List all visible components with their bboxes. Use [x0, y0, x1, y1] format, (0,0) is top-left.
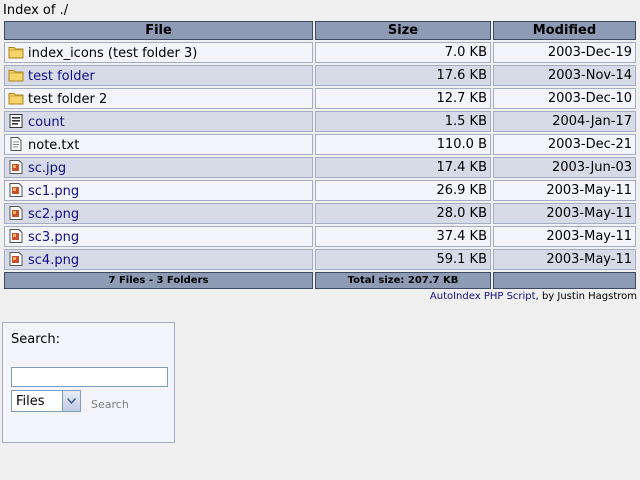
file-name-cell: test folder	[4, 65, 313, 86]
file-size-cell: 37.4 KB	[315, 226, 491, 247]
image-file-icon[interactable]	[8, 251, 24, 267]
table-row[interactable]: test folder 17.6 KB 2003-Nov-14	[4, 65, 636, 86]
index-heading-prefix: Index of	[3, 3, 60, 18]
file-name-cell: test folder 2	[4, 88, 313, 109]
file-modified-cell: 2003-Dec-10	[493, 88, 636, 109]
search-mode-select[interactable]: Files	[11, 390, 81, 412]
file-name-cell: sc1.png	[4, 180, 313, 201]
image-file-icon[interactable]	[8, 228, 24, 244]
file-name-cell: sc3.png	[4, 226, 313, 247]
column-header-size[interactable]: Size	[315, 21, 491, 40]
file-link[interactable]: note.txt	[28, 138, 79, 153]
table-row[interactable]: index_icons (test folder 3) 7.0 KB 2003-De…	[4, 42, 636, 63]
table-row[interactable]: sc3.png 37.4 KB 2003-May-11	[4, 226, 636, 247]
file-name-cell: sc.jpg	[4, 157, 313, 178]
chevron-down-icon[interactable]	[62, 391, 80, 411]
file-size-cell: 1.5 KB	[315, 111, 491, 132]
table-row[interactable]: test folder 2 12.7 KB 2003-Dec-10	[4, 88, 636, 109]
table-row[interactable]: sc2.png 28.0 KB 2003-May-11	[4, 203, 636, 224]
file-size-cell: 12.7 KB	[315, 88, 491, 109]
file-size-cell: 26.9 KB	[315, 180, 491, 201]
file-size-cell: 110.0 B	[315, 134, 491, 155]
folder-icon[interactable]	[8, 44, 24, 60]
file-link[interactable]: index_icons (test folder 3)	[28, 46, 197, 61]
file-folder-count: 7 Files - 3 Folders	[4, 272, 313, 289]
image-file-icon[interactable]	[8, 205, 24, 221]
summary-empty-cell	[493, 272, 636, 289]
file-name-cell: index_icons (test folder 3)	[4, 42, 313, 63]
file-name-cell: sc2.png	[4, 203, 313, 224]
file-link[interactable]: sc3.png	[28, 230, 79, 245]
folder-icon[interactable]	[8, 90, 24, 106]
file-size-cell: 17.4 KB	[315, 157, 491, 178]
file-name-cell: note.txt	[4, 134, 313, 155]
file-size-cell: 28.0 KB	[315, 203, 491, 224]
total-size: Total size: 207.7 KB	[315, 272, 491, 289]
file-modified-cell: 2003-Dec-19	[493, 42, 636, 63]
search-mode-value: Files	[16, 393, 45, 409]
file-modified-cell: 2003-May-11	[493, 180, 636, 201]
image-file-icon[interactable]	[8, 182, 24, 198]
table-row[interactable]: count 1.5 KB 2004-Jan-17	[4, 111, 636, 132]
file-size-cell: 59.1 KB	[315, 249, 491, 270]
text-file-icon[interactable]	[8, 136, 24, 152]
file-size-cell: 17.6 KB	[315, 65, 491, 86]
column-header-file[interactable]: File	[4, 21, 313, 40]
table-row[interactable]: sc4.png 59.1 KB 2003-May-11	[4, 249, 636, 270]
credits-author: , by Justin Hagstrom	[535, 291, 637, 302]
search-button[interactable]: Search	[85, 394, 135, 415]
file-name-cell: sc4.png	[4, 249, 313, 270]
file-link[interactable]: sc4.png	[28, 253, 79, 268]
file-modified-cell: 2003-Jun-03	[493, 157, 636, 178]
image-file-icon[interactable]	[8, 159, 24, 175]
file-modified-cell: 2003-May-11	[493, 249, 636, 270]
path-link[interactable]: ./	[60, 3, 69, 18]
file-modified-cell: 2003-May-11	[493, 226, 636, 247]
file-link[interactable]: sc.jpg	[28, 161, 66, 176]
file-link[interactable]: test folder	[28, 69, 95, 84]
file-modified-cell: 2003-May-11	[493, 203, 636, 224]
file-link[interactable]: sc1.png	[28, 184, 79, 199]
table-row[interactable]: sc1.png 26.9 KB 2003-May-11	[4, 180, 636, 201]
table-row[interactable]: note.txt 110.0 B 2003-Dec-21	[4, 134, 636, 155]
autoindex-link[interactable]: AutoIndex PHP Script	[430, 291, 536, 302]
file-link[interactable]: sc2.png	[28, 207, 79, 222]
script-file-icon[interactable]	[8, 113, 24, 129]
credits: AutoIndex PHP Script, by Justin Hagstrom	[430, 291, 637, 302]
folder-icon[interactable]	[8, 67, 24, 83]
header-row: File Size Modified	[4, 21, 636, 40]
table-row[interactable]: sc.jpg 17.4 KB 2003-Jun-03	[4, 157, 636, 178]
file-modified-cell: 2003-Nov-14	[493, 65, 636, 86]
file-name-cell: count	[4, 111, 313, 132]
column-header-modified[interactable]: Modified	[493, 21, 636, 40]
file-link[interactable]: count	[28, 115, 65, 130]
search-panel: Search: Files Search	[2, 322, 175, 443]
file-link[interactable]: test folder 2	[28, 92, 107, 107]
index-heading: Index of ./	[3, 3, 68, 19]
file-modified-cell: 2003-Dec-21	[493, 134, 636, 155]
search-label: Search:	[11, 332, 61, 347]
file-listing-table: File Size Modified index_icons (test fol…	[2, 19, 638, 291]
file-modified-cell: 2004-Jan-17	[493, 111, 636, 132]
search-input[interactable]	[11, 367, 168, 387]
file-size-cell: 7.0 KB	[315, 42, 491, 63]
summary-row: 7 Files - 3 Folders Total size: 207.7 KB	[4, 272, 636, 289]
